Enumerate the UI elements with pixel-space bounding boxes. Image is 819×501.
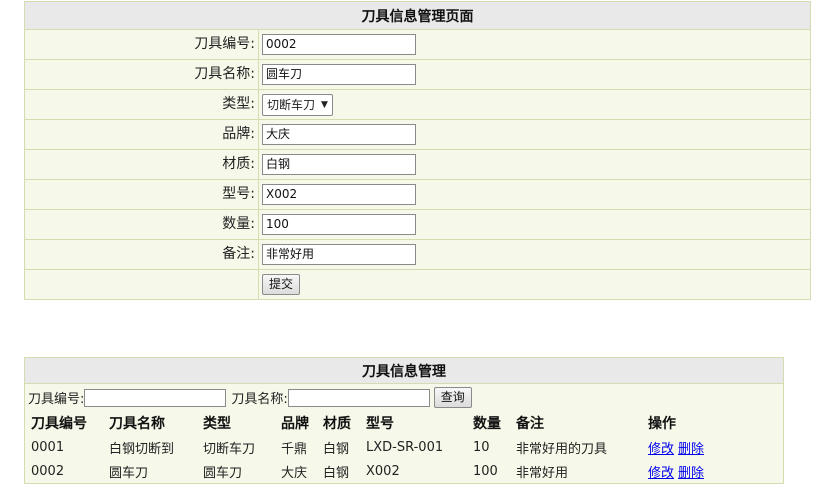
tool-id-input[interactable]: 0002 xyxy=(262,34,416,55)
field-row-brand: 品牌: 大庆 xyxy=(25,120,810,150)
cell-brand: 千鼎 xyxy=(281,441,308,457)
tool-brand-input[interactable]: 大庆 xyxy=(262,124,416,145)
col-header-name: 刀具名称 xyxy=(109,416,165,432)
tool-name-input[interactable]: 圆车刀 xyxy=(262,64,416,85)
field-label-note: 备注: xyxy=(25,240,259,269)
table-row: 0001 白钢切断到 切断车刀 千鼎 白钢 LXD-SR-001 10 非常好用… xyxy=(25,435,772,459)
search-id-label: 刀具编号: xyxy=(28,392,85,407)
form-title: 刀具信息管理页面 xyxy=(25,2,810,30)
cell-note: 非常好用的刀具 xyxy=(516,441,608,457)
delete-link[interactable]: 删除 xyxy=(678,442,704,457)
cell-qty: 100 xyxy=(473,463,498,479)
tool-list-panel: 刀具信息管理 刀具编号: 刀具名称: 查询 刀具编号 刀具名称 类型 品牌 材质… xyxy=(24,357,784,484)
dropdown-arrow-icon: ▼ xyxy=(321,99,328,110)
submit-row-spacer xyxy=(25,270,259,299)
cell-model: X002 xyxy=(366,463,400,479)
tool-note-input[interactable]: 非常好用 xyxy=(262,244,416,265)
field-row-submit: 提交 xyxy=(25,270,810,299)
cell-note: 非常好用 xyxy=(516,465,569,481)
field-row-id: 刀具编号: 0002 xyxy=(25,30,810,60)
cell-model: LXD-SR-001 xyxy=(366,439,444,455)
cell-qty: 10 xyxy=(473,439,490,455)
col-header-material: 材质 xyxy=(323,416,351,432)
field-label-id: 刀具编号: xyxy=(25,30,259,59)
cell-brand: 大庆 xyxy=(281,465,308,481)
tool-form: 刀具信息管理页面 刀具编号: 0002 刀具名称: 圆车刀 类型: 切断车刀 ▼… xyxy=(24,1,811,300)
search-id-input[interactable] xyxy=(84,388,227,407)
cell-material: 白钢 xyxy=(323,465,350,481)
search-name-label: 刀具名称: xyxy=(231,392,288,407)
tool-material-input[interactable]: 白钢 xyxy=(262,154,416,175)
edit-link[interactable]: 修改 xyxy=(648,466,674,481)
col-header-note: 备注 xyxy=(516,416,544,432)
cell-name: 圆车刀 xyxy=(109,465,149,481)
cell-material: 白钢 xyxy=(323,441,350,457)
tool-type-selected: 切断车刀 xyxy=(267,98,316,112)
field-row-model: 型号: X002 xyxy=(25,180,810,210)
cell-name: 白钢切断到 xyxy=(109,441,175,457)
field-label-model: 型号: xyxy=(25,180,259,209)
tool-type-select[interactable]: 切断车刀 ▼ xyxy=(262,93,333,116)
delete-link[interactable]: 删除 xyxy=(678,466,704,481)
col-header-type: 类型 xyxy=(203,416,231,432)
field-row-name: 刀具名称: 圆车刀 xyxy=(25,60,810,90)
field-label-material: 材质: xyxy=(25,150,259,179)
cell-type: 切断车刀 xyxy=(203,441,256,457)
col-header-id: 刀具编号 xyxy=(31,416,87,432)
field-label-name: 刀具名称: xyxy=(25,60,259,89)
col-header-brand: 品牌 xyxy=(281,416,309,432)
field-label-type: 类型: xyxy=(25,90,259,119)
field-label-brand: 品牌: xyxy=(25,120,259,149)
col-header-model: 型号 xyxy=(366,416,394,432)
col-header-action: 操作 xyxy=(648,416,676,432)
cell-actions: 修改 删除 xyxy=(642,435,772,459)
field-row-type: 类型: 切断车刀 ▼ xyxy=(25,90,810,120)
table-row: 0002 圆车刀 圆车刀 大庆 白钢 X002 100 非常好用 修改 删除 xyxy=(25,459,772,483)
field-label-qty: 数量: xyxy=(25,210,259,239)
search-button[interactable]: 查询 xyxy=(433,387,472,408)
field-row-qty: 数量: 100 xyxy=(25,210,810,240)
tool-table: 刀具编号 刀具名称 类型 品牌 材质 型号 数量 备注 操作 0001 白钢切断… xyxy=(25,411,772,483)
search-bar: 刀具编号: 刀具名称: 查询 xyxy=(25,384,783,411)
tool-qty-input[interactable]: 100 xyxy=(262,214,416,235)
edit-link[interactable]: 修改 xyxy=(648,442,674,457)
tool-model-input[interactable]: X002 xyxy=(262,184,416,205)
col-header-qty: 数量 xyxy=(473,416,501,432)
submit-button[interactable]: 提交 xyxy=(262,274,301,295)
cell-actions: 修改 删除 xyxy=(642,459,772,483)
cell-id: 0002 xyxy=(31,463,65,479)
table-header-row: 刀具编号 刀具名称 类型 品牌 材质 型号 数量 备注 操作 xyxy=(25,411,772,435)
cell-id: 0001 xyxy=(31,439,65,455)
field-row-material: 材质: 白钢 xyxy=(25,150,810,180)
search-name-input[interactable] xyxy=(287,388,430,407)
field-row-note: 备注: 非常好用 xyxy=(25,240,810,270)
cell-type: 圆车刀 xyxy=(203,465,243,481)
list-title: 刀具信息管理 xyxy=(25,358,783,384)
